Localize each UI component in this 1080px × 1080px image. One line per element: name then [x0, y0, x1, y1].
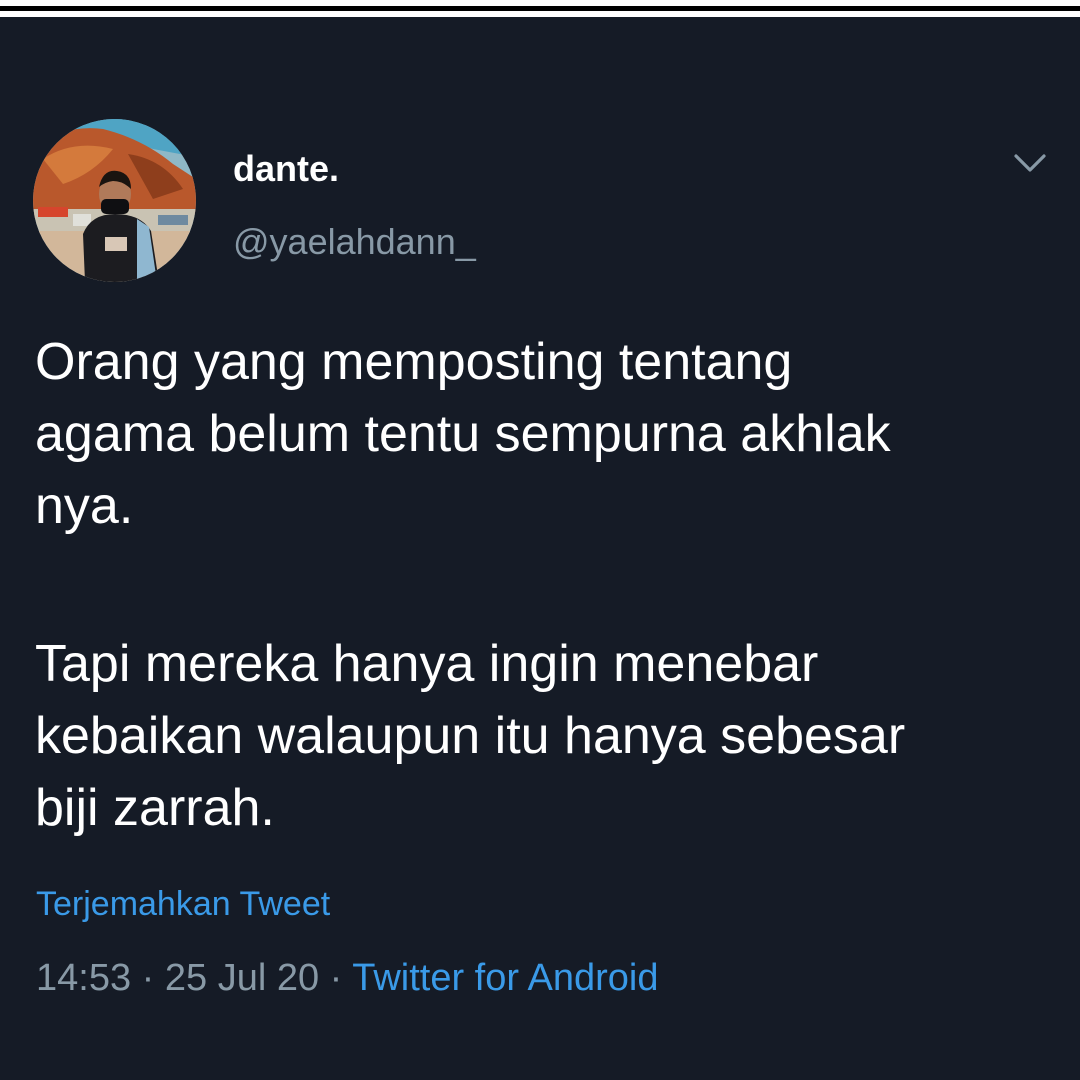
display-name[interactable]: dante. — [233, 148, 339, 190]
tweet-metadata: 14:53 · 25 Jul 20 · Twitter for Android — [36, 955, 658, 1001]
avatar-photo — [33, 119, 196, 282]
avatar[interactable] — [33, 119, 196, 282]
user-handle[interactable]: @yaelahdann_ — [233, 221, 476, 263]
top-border — [0, 0, 1080, 17]
tweet-text-line: Orang yang memposting tentang — [35, 333, 793, 391]
tweet-date: 25 Jul 20 — [164, 957, 320, 999]
separator-dot: · — [329, 957, 343, 999]
chevron-down-icon[interactable] — [1010, 148, 1050, 178]
tweet-time: 14:53 — [36, 957, 132, 999]
tweet-text-line: Tapi mereka hanya ingin menebar — [35, 635, 819, 693]
tweet-text-line: agama belum tentu sempurna akhlak — [35, 405, 891, 463]
tweet-text-line: nya. — [35, 477, 134, 535]
separator-dot: · — [141, 957, 155, 999]
translate-tweet-link[interactable]: Terjemahkan Tweet — [36, 883, 330, 925]
tweet-text-line: kebaikan walaupun itu hanya sebesar — [35, 707, 906, 765]
tweet-text-line: biji zarrah. — [35, 779, 275, 837]
tweet-paragraph: Tapi mereka hanya ingin menebar kebaikan… — [35, 628, 1045, 844]
tweet-source-link[interactable]: Twitter for Android — [352, 957, 658, 999]
tweet-paragraph: Orang yang memposting tentang agama belu… — [35, 326, 1045, 542]
